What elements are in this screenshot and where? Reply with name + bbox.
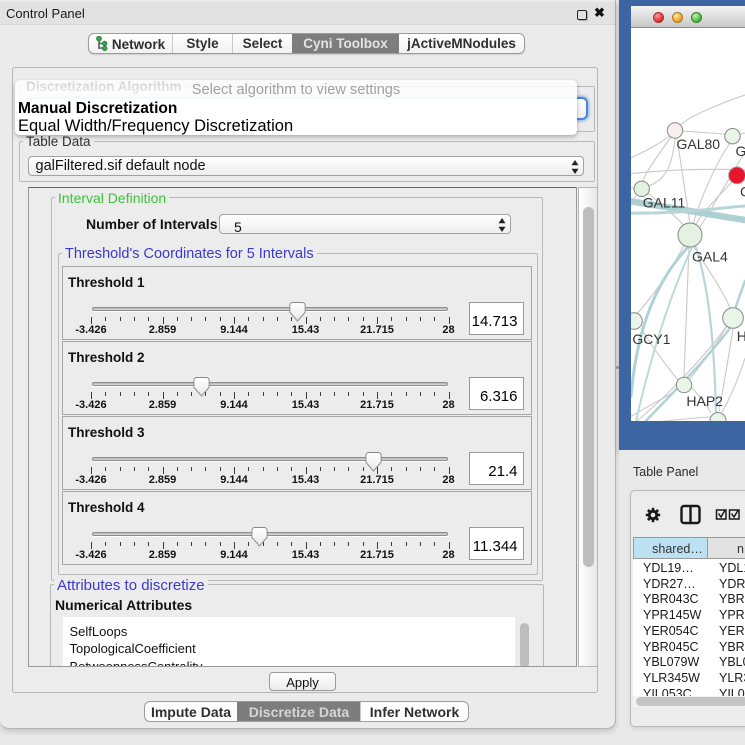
svg-text:C: C [740, 184, 745, 200]
svg-text:GAL: GAL [736, 143, 745, 159]
svg-text:GCY1: GCY1 [632, 331, 670, 347]
svg-text:GAL4: GAL4 [692, 249, 728, 265]
svg-text:H: H [737, 328, 745, 344]
svg-text:GAL11: GAL11 [643, 195, 686, 211]
svg-text:HAP2: HAP2 [686, 393, 723, 409]
svg-text:GAL80: GAL80 [677, 136, 721, 152]
